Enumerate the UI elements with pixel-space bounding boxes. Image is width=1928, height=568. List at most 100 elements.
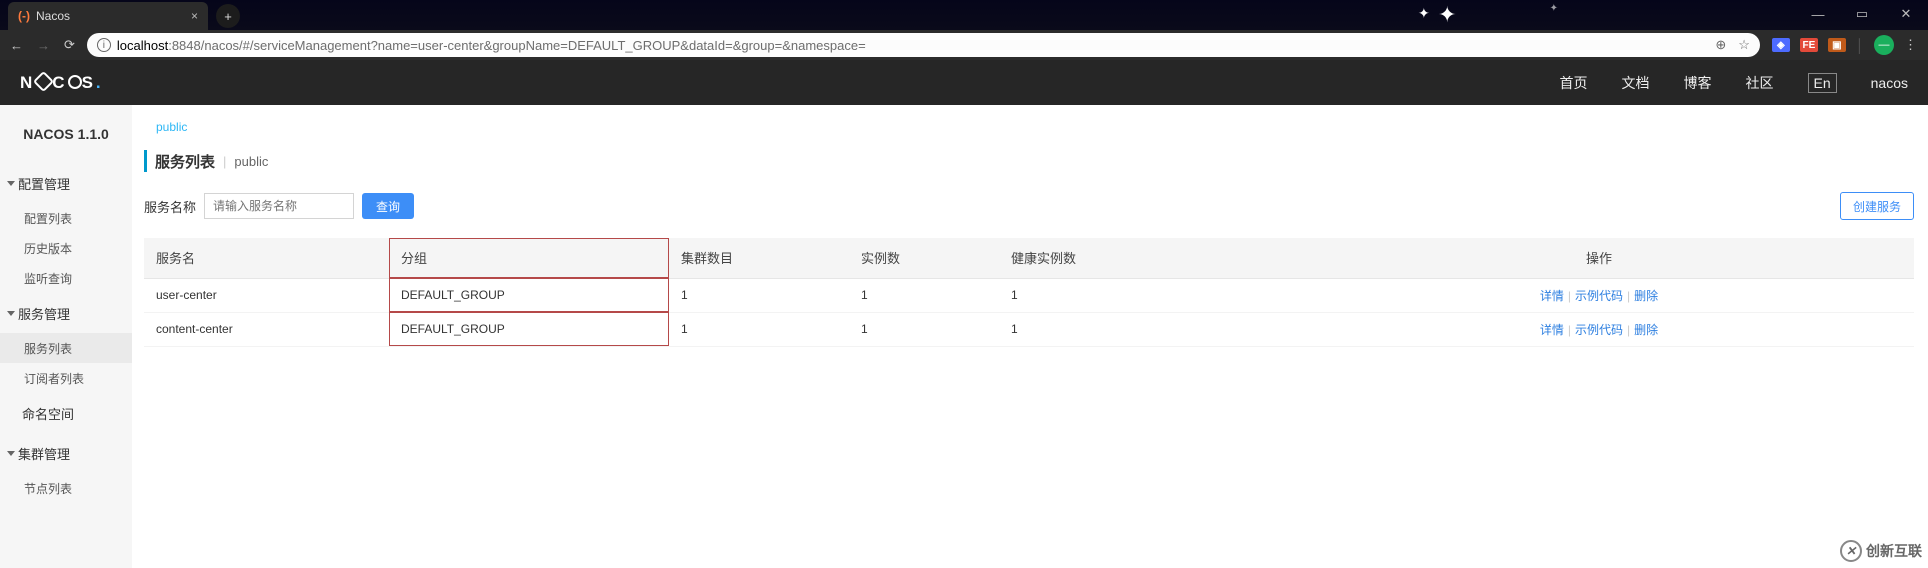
cell-clusters: 1 [669, 278, 849, 312]
menu-config-list[interactable]: 配置列表 [0, 203, 132, 233]
cell-clusters: 1 [669, 312, 849, 346]
browser-chrome: (-) Nacos × + — ▭ ✕ ← → ⟳ i localhost:88… [0, 0, 1928, 60]
menu-service-list[interactable]: 服务列表 [0, 333, 132, 363]
url-path: :8848/nacos/#/serviceManagement?name=use… [168, 38, 865, 53]
menu-group-config[interactable]: 配置管理 [0, 163, 132, 203]
browser-menu-icon[interactable]: ⋮ [1904, 37, 1918, 53]
watermark-icon: ✕ [1840, 540, 1862, 562]
query-button[interactable]: 查询 [362, 193, 414, 219]
tab-title: Nacos [36, 9, 70, 23]
ext-icon-2[interactable]: FE [1800, 38, 1818, 52]
site-info-icon[interactable]: i [97, 38, 111, 52]
cell-group: DEFAULT_GROUP [389, 312, 669, 346]
product-name: NACOS 1.1.0 [0, 105, 132, 163]
table-header-row: 服务名 分组 集群数目 实例数 健康实例数 操作 [144, 238, 1914, 278]
window-controls: — ▭ ✕ [1796, 0, 1928, 28]
url-host: localhost [117, 38, 168, 53]
forward-icon[interactable]: → [37, 38, 50, 53]
address-bar: ← → ⟳ i localhost:8848/nacos/#/serviceMa… [0, 30, 1928, 60]
page-title: 服务列表 [155, 151, 215, 172]
watermark: ✕ 创新互联 [1840, 540, 1922, 562]
lang-switch[interactable]: En [1808, 73, 1837, 93]
op-detail[interactable]: 详情 [1540, 323, 1564, 337]
page-namespace: public [234, 154, 268, 169]
menu-config-history[interactable]: 历史版本 [0, 233, 132, 263]
cell-name: user-center [144, 278, 389, 312]
menu-group-service[interactable]: 服务管理 [0, 293, 132, 333]
menu-node-list[interactable]: 节点列表 [0, 473, 132, 503]
tab-strip: (-) Nacos × + — ▭ ✕ [0, 0, 1928, 30]
title-separator: | [223, 154, 226, 169]
browser-tab[interactable]: (-) Nacos × [8, 2, 208, 30]
nav-community[interactable]: 社区 [1746, 73, 1774, 93]
tab-favicon: (-) [18, 9, 30, 23]
nav-docs[interactable]: 文档 [1622, 73, 1650, 93]
cell-name: content-center [144, 312, 389, 346]
ext-icon-3[interactable]: ▣ [1828, 38, 1846, 52]
logo[interactable]: NCS. [20, 73, 104, 93]
cell-healthy: 1 [999, 312, 1284, 346]
table-row: user-center DEFAULT_GROUP 1 1 1 详情|示例代码|… [144, 278, 1914, 312]
header-nav: 首页 文档 博客 社区 En nacos [1560, 73, 1908, 93]
th-name: 服务名 [144, 238, 389, 278]
reload-icon[interactable]: ⟳ [64, 37, 75, 53]
search-row: 服务名称 查询 创建服务 [144, 192, 1914, 220]
cell-instances: 1 [849, 278, 999, 312]
op-code[interactable]: 示例代码 [1575, 323, 1623, 337]
chevron-down-icon [6, 308, 16, 318]
op-detail[interactable]: 详情 [1540, 289, 1564, 303]
new-tab-button[interactable]: + [216, 4, 240, 28]
menu-config-listen[interactable]: 监听查询 [0, 263, 132, 293]
menu-group-config-label: 配置管理 [18, 174, 70, 193]
chevron-down-icon [6, 448, 16, 458]
ext-divider: │ [1856, 38, 1864, 53]
ext-icon-1[interactable]: ◈ [1772, 38, 1790, 52]
app-header: NCS. 首页 文档 博客 社区 En nacos [0, 60, 1928, 105]
chevron-down-icon [6, 178, 16, 188]
maximize-button[interactable]: ▭ [1840, 0, 1884, 28]
close-window-button[interactable]: ✕ [1884, 0, 1928, 28]
op-delete[interactable]: 删除 [1634, 323, 1658, 337]
th-instances: 实例数 [849, 238, 999, 278]
cell-ops: 详情|示例代码|删除 [1284, 278, 1914, 312]
nav-blog[interactable]: 博客 [1684, 73, 1712, 93]
cell-healthy: 1 [999, 278, 1284, 312]
th-ops: 操作 [1284, 238, 1914, 278]
background-stars [1398, 0, 1478, 30]
tab-close-icon[interactable]: × [191, 9, 198, 23]
cell-ops: 详情|示例代码|删除 [1284, 312, 1914, 346]
url-input[interactable]: i localhost:8848/nacos/#/serviceManageme… [87, 33, 1760, 57]
service-name-input[interactable] [204, 193, 354, 219]
logo-o-icon [68, 75, 82, 89]
menu-subscriber-list[interactable]: 订阅者列表 [0, 363, 132, 393]
menu-group-cluster[interactable]: 集群管理 [0, 433, 132, 473]
th-healthy: 健康实例数 [999, 238, 1284, 278]
bookmark-star-icon[interactable]: ☆ [1738, 37, 1750, 53]
create-service-button[interactable]: 创建服务 [1840, 192, 1914, 220]
logo-diamond-icon [33, 71, 54, 92]
minimize-button[interactable]: — [1796, 0, 1840, 28]
namespace-tab-public[interactable]: public [156, 120, 187, 134]
sidebar: NACOS 1.1.0 配置管理 配置列表 历史版本 监听查询 服务管理 服务列… [0, 105, 132, 568]
cell-instances: 1 [849, 312, 999, 346]
nav-user[interactable]: nacos [1871, 75, 1908, 91]
service-table: 服务名 分组 集群数目 实例数 健康实例数 操作 user-center DEF… [144, 238, 1914, 347]
op-delete[interactable]: 删除 [1634, 289, 1658, 303]
th-group: 分组 [389, 238, 669, 278]
page-title-bar: 服务列表 | public [144, 150, 1914, 172]
extensions: ◈ FE ▣ │ — ⋮ [1772, 35, 1918, 55]
nav-home[interactable]: 首页 [1560, 73, 1588, 93]
cell-group: DEFAULT_GROUP [389, 278, 669, 312]
op-code[interactable]: 示例代码 [1575, 289, 1623, 303]
main-panel: public 服务列表 | public 服务名称 查询 创建服务 服务名 分组… [132, 105, 1928, 568]
profile-avatar[interactable]: — [1874, 35, 1894, 55]
search-in-page-icon[interactable]: ⊕ [1715, 37, 1726, 53]
menu-group-cluster-label: 集群管理 [18, 444, 70, 463]
table-row: content-center DEFAULT_GROUP 1 1 1 详情|示例… [144, 312, 1914, 346]
menu-group-service-label: 服务管理 [18, 304, 70, 323]
service-name-label: 服务名称 [144, 197, 196, 216]
th-clusters: 集群数目 [669, 238, 849, 278]
menu-namespace[interactable]: 命名空间 [0, 393, 132, 433]
back-icon[interactable]: ← [10, 38, 23, 53]
watermark-text: 创新互联 [1866, 541, 1922, 561]
